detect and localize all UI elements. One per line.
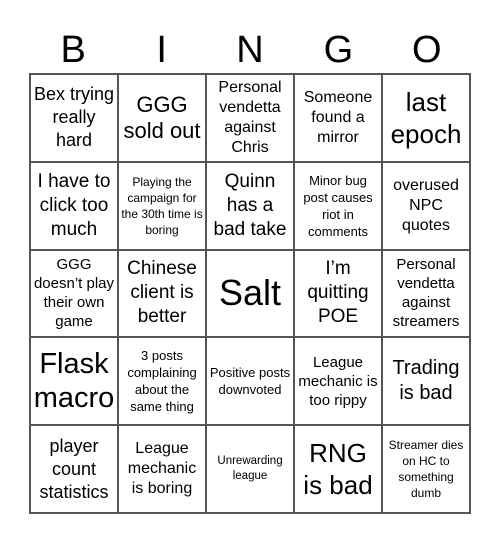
bingo-cell[interactable]: Bex trying really hard <box>30 74 118 162</box>
bingo-cell[interactable]: Minor bug post causes riot in comments <box>294 161 382 250</box>
bingo-cell-free[interactable]: Salt <box>206 249 294 338</box>
bingo-cell[interactable]: Positive posts downvoted <box>206 337 294 426</box>
bingo-cell[interactable]: last epoch <box>382 74 470 162</box>
bingo-cell[interactable]: Flask macro <box>30 337 118 426</box>
header-letter-o: O <box>412 29 442 71</box>
bingo-cell[interactable]: GGG doesn’t play their own game <box>30 249 118 338</box>
header-letter-b: B <box>60 29 86 71</box>
bingo-cell[interactable]: I’m quitting POE <box>294 249 382 338</box>
bingo-cell[interactable]: player count statistics <box>30 425 118 513</box>
bingo-cell[interactable]: Unrewarding league <box>206 425 294 513</box>
bingo-cell[interactable]: Quinn has a bad take <box>206 161 294 250</box>
bingo-cell[interactable]: 3 posts complaining about the same thing <box>118 337 206 426</box>
bingo-cell[interactable]: Trading is bad <box>382 337 470 426</box>
bingo-header: B I N G O <box>29 28 471 72</box>
bingo-cell[interactable]: Chinese client is better <box>118 249 206 338</box>
bingo-cell[interactable]: Streamer dies on HC to something dumb <box>382 425 470 513</box>
bingo-grid: Bex trying really hard GGG sold out Pers… <box>29 73 471 514</box>
bingo-cell[interactable]: Someone found a mirror <box>294 74 382 162</box>
bingo-cell[interactable]: Personal vendetta against streamers <box>382 249 470 338</box>
header-letter-n: N <box>236 29 264 71</box>
bingo-cell[interactable]: RNG is bad <box>294 425 382 513</box>
bingo-cell[interactable]: League mechanic is boring <box>118 425 206 513</box>
bingo-cell[interactable]: overused NPC quotes <box>382 161 470 250</box>
bingo-cell[interactable]: I have to click too much <box>30 161 118 250</box>
bingo-cell[interactable]: Personal vendetta against Chris <box>206 74 294 162</box>
bingo-cell[interactable]: GGG sold out <box>118 74 206 162</box>
bingo-cell[interactable]: League mechanic is too rippy <box>294 337 382 426</box>
bingo-cell[interactable]: Playing the campaign for the 30th time i… <box>118 161 206 250</box>
header-letter-g: G <box>323 29 354 71</box>
header-letter-i: I <box>156 29 167 71</box>
